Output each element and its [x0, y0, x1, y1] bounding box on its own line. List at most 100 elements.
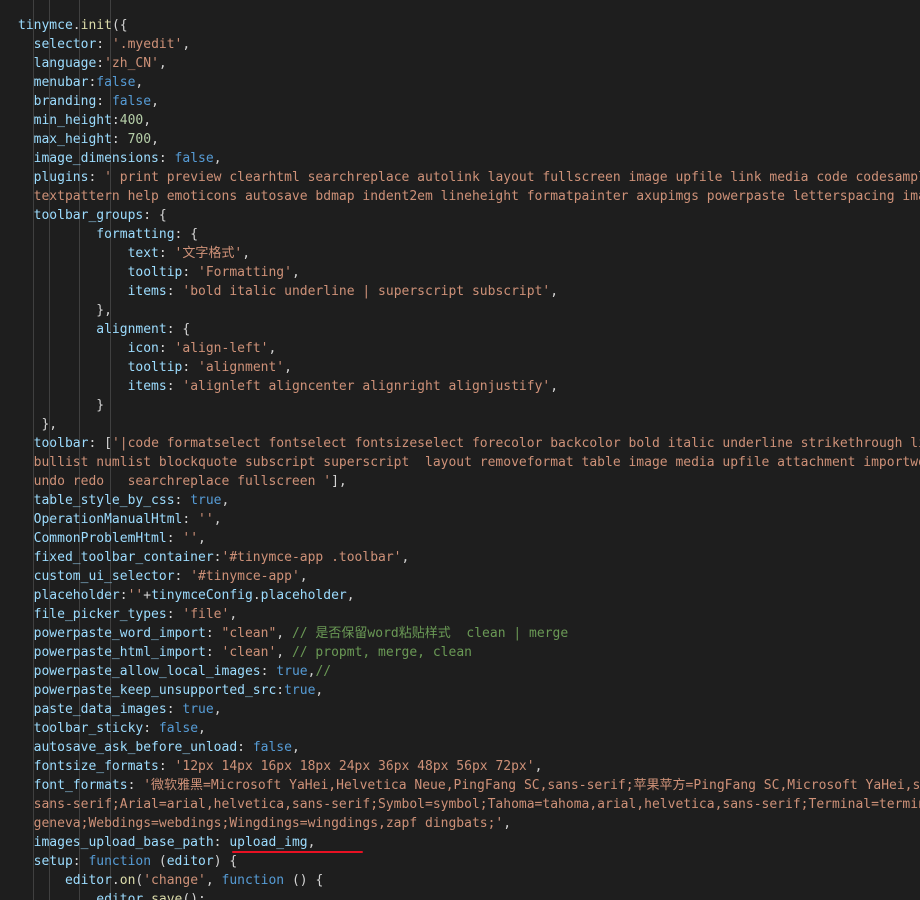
code-token: false — [96, 75, 136, 90]
code-line: OperationManualHtml: '', — [18, 510, 222, 529]
code-line: powerpaste_word_import: "clean", // 是否保留… — [18, 624, 569, 643]
code-token: ], — [331, 474, 347, 489]
code-token: CommonProblemHtml — [18, 531, 167, 546]
code-token: . — [72, 18, 81, 33]
code-line: tooltip: 'alignment', — [18, 358, 292, 377]
code-line: CommonProblemHtml: '', — [18, 529, 206, 548]
code-token: : — [182, 512, 199, 527]
code-token: powerpaste_html_import — [18, 645, 206, 660]
code-token: max_height — [18, 132, 112, 147]
code-token: 'alignleft aligncenter alignright alignj… — [182, 379, 551, 394]
code-token: : — [205, 645, 222, 660]
code-token: : — [205, 626, 222, 641]
code-token: '' — [127, 588, 144, 603]
code-token: "clean" — [221, 626, 277, 641]
code-token: '|code formatselect fontselect fontsizes… — [111, 436, 920, 451]
code-token: : — [158, 151, 175, 166]
code-token: '.myedit' — [111, 37, 183, 52]
code-token: : — [96, 37, 112, 52]
code-token: bullist numlist blockquote subscript sup… — [18, 455, 920, 470]
code-token: , — [143, 113, 152, 128]
code-token: () { — [284, 873, 324, 888]
code-line: items: 'alignleft aligncenter alignright… — [18, 377, 559, 396]
code-line: }, — [18, 301, 112, 320]
code-token: , — [268, 341, 277, 356]
code-token: image_dimensions — [18, 151, 159, 166]
code-line: font_formats: '微软雅黑=Microsoft YaHei,Helv… — [18, 776, 920, 795]
code-line: file_picker_types: 'file', — [18, 605, 238, 624]
code-token: min_height — [18, 113, 112, 128]
code-token: toolbar_groups — [18, 208, 144, 223]
code-token: (); — [182, 892, 206, 900]
code-line: textpattern help emoticons autosave bdma… — [18, 187, 920, 206]
code-token: : — [96, 56, 105, 71]
code-token: ( — [151, 854, 167, 869]
code-token: : — [213, 550, 222, 565]
code-token: , — [213, 512, 222, 527]
code-token: , — [151, 94, 159, 109]
code-token: images_upload_base_path — [18, 835, 214, 850]
code-token: placeholder — [18, 588, 120, 603]
code-token: 'clean' — [221, 645, 277, 660]
highlight-underline — [232, 851, 363, 853]
code-token: , — [151, 132, 159, 147]
code-token: placeholder — [260, 588, 347, 603]
code-token: menubar — [18, 75, 89, 90]
code-token: 400 — [119, 113, 144, 128]
code-line: paste_data_images: true, — [18, 700, 222, 719]
code-token: : — [143, 721, 159, 736]
code-token: items — [18, 284, 167, 299]
code-token: , — [534, 759, 543, 774]
code-editor[interactable]: tinymce.init({ selector: '.myedit', lang… — [0, 0, 920, 900]
code-line: geneva;Webdings=webdings;Wingdings=wingd… — [18, 814, 511, 833]
code-token: '文字格式' — [174, 246, 243, 261]
code-token: , — [221, 493, 230, 508]
code-token: : — [158, 246, 175, 261]
code-token: custom_ui_selector — [18, 569, 175, 584]
code-token: tinymceConfig — [151, 588, 253, 603]
code-line: fixed_toolbar_container:'#tinymce-app .t… — [18, 548, 410, 567]
code-token: autosave_ask_before_unload — [18, 740, 238, 755]
code-token: , — [291, 740, 300, 755]
code-token: '' — [198, 512, 214, 527]
code-token: , — [315, 683, 324, 698]
code-token: save — [151, 892, 183, 900]
code-token: , — [213, 151, 222, 166]
code-token: : { — [166, 322, 191, 337]
code-token: : — [127, 778, 144, 793]
code-token: : — [174, 569, 191, 584]
code-token: true — [182, 702, 214, 717]
code-token: editor — [166, 854, 214, 869]
code-token: , — [205, 873, 222, 888]
code-token: 'bold italic underline | superscript sub… — [182, 284, 551, 299]
code-token: : — [182, 265, 199, 280]
code-token: . — [111, 873, 120, 888]
code-token: : — [166, 702, 183, 717]
code-line: branding: false, — [18, 92, 159, 111]
code-token: 'alignment' — [198, 360, 285, 375]
code-token: font_formats — [18, 778, 128, 793]
code-line: autosave_ask_before_unload: false, — [18, 738, 300, 757]
code-token: ) { — [213, 854, 238, 869]
code-token: // — [315, 664, 332, 679]
code-token: false — [158, 721, 199, 736]
code-token: , — [158, 56, 167, 71]
code-token: plugins — [18, 170, 89, 185]
code-token: , — [229, 607, 238, 622]
code-token: '12px 14px 16px 18px 24px 36px 48px 56px… — [174, 759, 535, 774]
code-token: editor — [18, 873, 112, 888]
code-token: + — [143, 588, 152, 603]
code-token: 'Formatting' — [198, 265, 292, 280]
code-token: language — [18, 56, 97, 71]
code-token: formatting — [18, 227, 175, 242]
code-line: items: 'bold italic underline | superscr… — [18, 282, 559, 301]
code-token: powerpaste_allow_local_images — [18, 664, 261, 679]
code-token: powerpaste_word_import — [18, 626, 206, 641]
code-line: }, — [18, 415, 57, 434]
code-token: sans-serif;Arial=arial,helvetica,sans-se… — [33, 797, 920, 812]
code-token: , — [291, 265, 300, 280]
code-line: alignment: { — [18, 320, 190, 339]
code-token: false — [174, 151, 214, 166]
code-token: , — [135, 75, 144, 90]
code-token: toolbar — [18, 436, 89, 451]
